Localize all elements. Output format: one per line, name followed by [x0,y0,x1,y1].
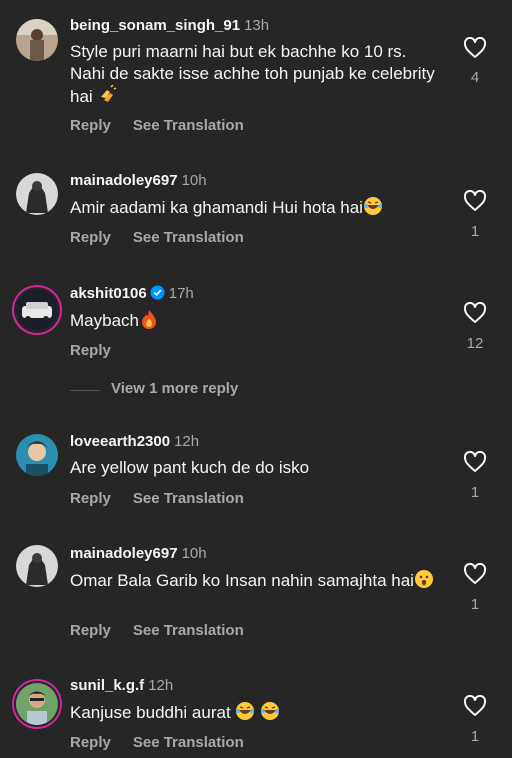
comment-username[interactable]: mainadoley697 10h [70,545,207,562]
comment-time: 17h [168,285,194,302]
comment-actions: Reply [70,342,133,359]
heart-icon[interactable] [463,451,487,473]
reply-button[interactable]: Reply [70,117,111,134]
laughing-face-emoji [260,701,280,721]
reply-button[interactable]: Reply [70,342,111,359]
comment-time: 10h [181,172,207,189]
heart-icon[interactable] [463,190,487,212]
heart-icon[interactable] [463,302,487,324]
view-more-replies-button[interactable]: View 1 more reply [111,380,238,397]
like-count: 4 [470,69,480,86]
laughing-face-emoji [235,701,255,721]
clapping-hands-emoji [97,84,117,105]
see-translation-button[interactable]: See Translation [133,622,244,639]
comment-text: Amir aadami ka ghamandi Hui hota hai [70,196,442,219]
fire-emoji [139,309,159,329]
comment-text: Style puri maarni hai but ek bachhe ko 1… [70,42,435,106]
comment-time: 10h [181,545,207,562]
comment-actions: Reply See Translation [70,117,266,134]
comment-text: Omar Bala Garib ko Insan nahin samajhta … [70,569,442,592]
comment-username[interactable]: loveearth2300 12h [70,433,199,450]
reply-button[interactable]: Reply [70,622,111,639]
like-count: 1 [470,484,480,501]
divider [70,390,100,391]
like-count: 12 [466,335,484,352]
heart-icon[interactable] [463,695,487,717]
comment-actions: Reply See Translation [70,490,266,507]
comment-time: 12h [174,433,200,450]
comment-actions: Reply See Translation [70,622,266,639]
reply-button[interactable]: Reply [70,490,111,507]
avatar[interactable] [16,545,58,587]
see-translation-button[interactable]: See Translation [133,117,244,134]
comment-username[interactable]: being_sonam_singh_91 13h [70,17,269,34]
avatar[interactable] [16,289,58,331]
comment-username[interactable]: mainadoley697 10h [70,172,207,189]
avatar[interactable] [16,173,58,215]
see-translation-button[interactable]: See Translation [133,490,244,507]
like-count: 1 [470,223,480,240]
like-count: 1 [470,728,480,745]
verified-badge-icon [150,285,165,300]
comment-username[interactable]: sunil_k.g.f 12h [70,677,173,694]
comment-actions: Reply See Translation [70,229,266,246]
laughing-face-emoji [363,196,383,216]
comment-text: Are yellow pant kuch de do isko [70,458,310,477]
comment-time: 13h [244,17,270,34]
comment-text: Kanjuse buddhi aurat [70,701,442,724]
see-translation-button[interactable]: See Translation [133,734,244,751]
surprised-face-emoji [414,569,434,589]
avatar[interactable] [16,683,58,725]
avatar[interactable] [16,19,58,61]
reply-button[interactable]: Reply [70,229,111,246]
comment-actions: Reply See Translation [70,734,266,751]
heart-icon[interactable] [463,37,487,59]
see-translation-button[interactable]: See Translation [133,229,244,246]
like-count: 1 [470,596,480,613]
heart-icon[interactable] [463,563,487,585]
avatar[interactable] [16,434,58,476]
comment-time: 12h [148,677,174,694]
reply-button[interactable]: Reply [70,734,111,751]
comment-text: Maybach [70,309,442,332]
comment-username[interactable]: akshit0106 17h [70,285,194,302]
